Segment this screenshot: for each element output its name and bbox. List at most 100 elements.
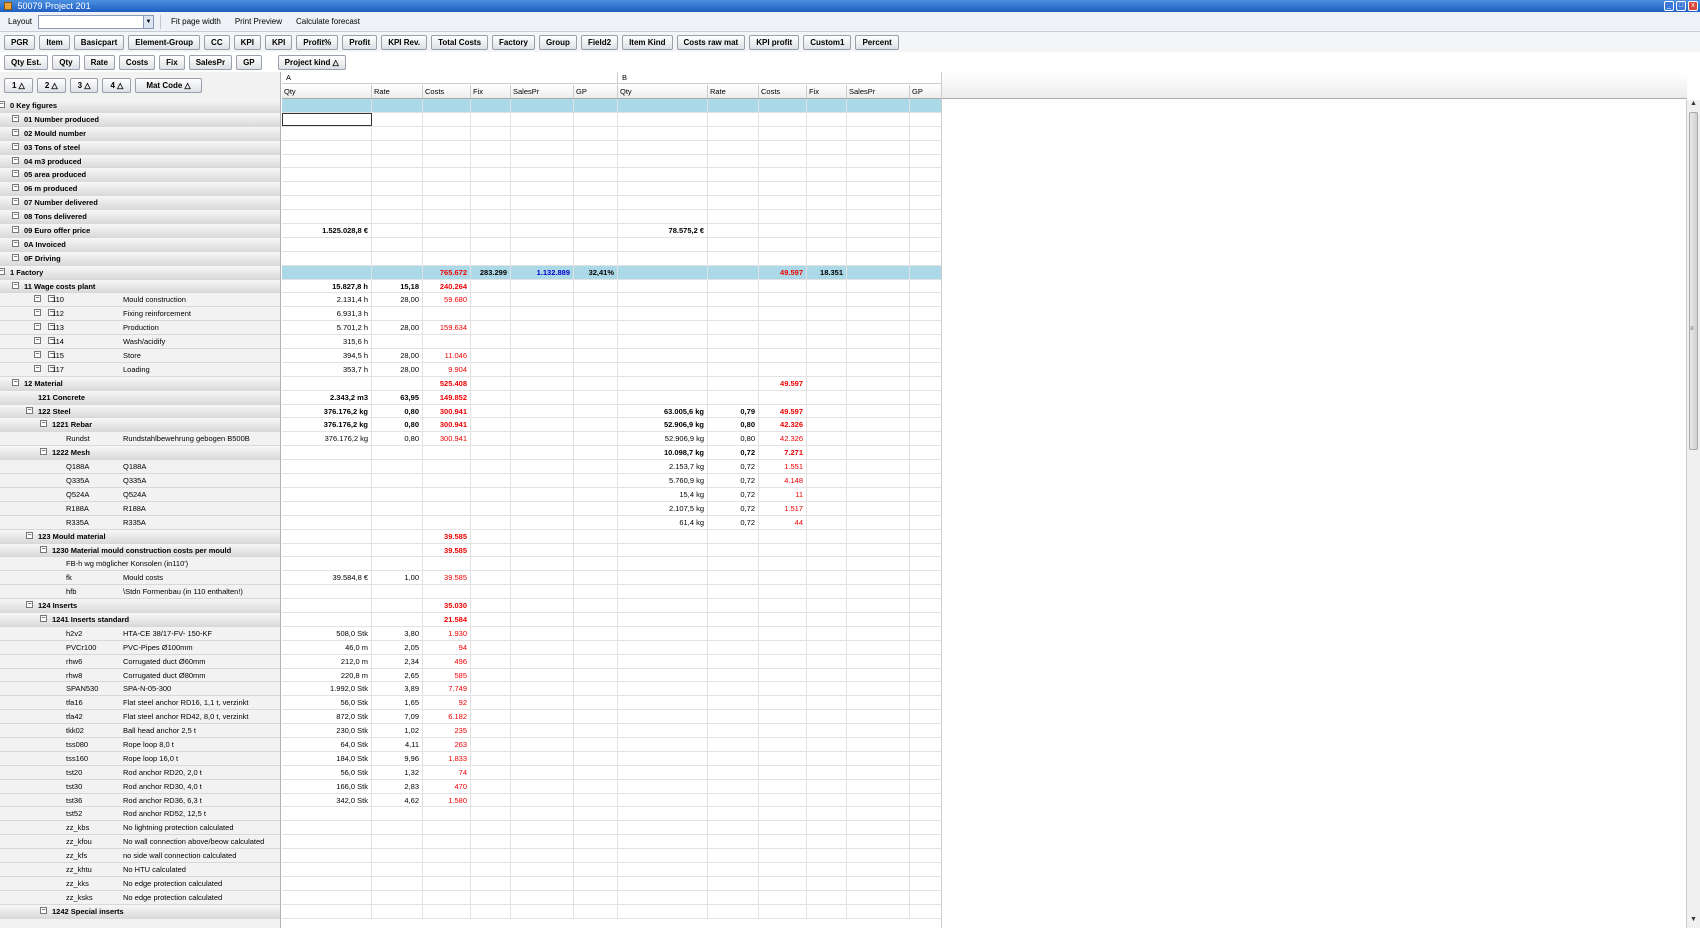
grid-cell[interactable] <box>847 487 910 501</box>
grid-cell[interactable] <box>423 112 471 126</box>
grid-cell[interactable] <box>423 126 471 140</box>
grid-cell[interactable] <box>511 237 574 251</box>
grid-cell[interactable]: 1.517 <box>759 501 807 515</box>
grid-cell[interactable]: 32,41% <box>574 265 618 279</box>
grid-cell[interactable] <box>372 224 423 237</box>
grid-cell[interactable]: 39.585 <box>423 529 471 543</box>
grid-cell[interactable] <box>807 737 847 751</box>
grid-cell[interactable] <box>759 210 807 224</box>
grid-cell[interactable] <box>471 154 511 168</box>
grid-cell[interactable] <box>618 571 708 585</box>
grid-cell[interactable]: 0,80 <box>372 404 423 418</box>
grid-cell[interactable] <box>847 418 910 432</box>
grid-cell[interactable]: 0,72 <box>708 487 759 501</box>
scroll-thumb[interactable] <box>1689 112 1698 450</box>
collapse-icon[interactable]: − <box>34 337 41 345</box>
grid-cell[interactable] <box>471 501 511 515</box>
grid-cell[interactable] <box>574 307 618 321</box>
grid-cell[interactable] <box>471 557 511 571</box>
column-field-project-kind[interactable]: Project kind △ <box>277 54 346 70</box>
grid-cell[interactable] <box>471 696 511 710</box>
grid-cell[interactable] <box>847 904 910 918</box>
grid-cell[interactable]: 1.525.028,8 € <box>282 224 372 237</box>
grid-cell[interactable] <box>910 766 941 779</box>
grid-cell[interactable] <box>807 293 847 307</box>
grid-cell[interactable]: 59.680 <box>423 293 471 307</box>
grid-cell[interactable] <box>618 821 708 835</box>
grid-cell[interactable] <box>618 696 708 710</box>
grid-cell[interactable] <box>511 612 574 626</box>
grid-cell[interactable] <box>759 682 807 696</box>
grid-cell[interactable]: 28,00 <box>372 362 423 376</box>
grid-cell[interactable] <box>511 751 574 765</box>
grid-cell[interactable] <box>910 335 941 348</box>
grid-cell[interactable] <box>708 224 759 237</box>
grid-cell[interactable] <box>282 376 372 390</box>
grid-cell[interactable] <box>708 307 759 321</box>
grid-cell[interactable] <box>759 112 807 126</box>
grid-cell[interactable] <box>847 654 910 668</box>
grid-cell[interactable]: 300.941 <box>423 432 471 446</box>
close-button[interactable]: x <box>1688 1 1698 11</box>
grid-cell[interactable] <box>511 654 574 668</box>
grid-cell[interactable] <box>807 571 847 585</box>
grid-cell[interactable] <box>708 210 759 224</box>
grid-cell[interactable] <box>708 904 759 918</box>
field-button-profit[interactable]: Profit% <box>296 34 339 50</box>
grid-cell[interactable] <box>759 862 807 876</box>
grid-cell[interactable] <box>618 390 708 404</box>
grid-cell[interactable] <box>910 655 941 668</box>
grid-cell[interactable] <box>574 474 618 487</box>
grid-cell[interactable] <box>910 571 941 584</box>
grid-cell[interactable]: 92 <box>423 696 471 710</box>
grid-cell[interactable] <box>574 279 618 293</box>
grid-cell[interactable] <box>471 724 511 737</box>
grid-cell[interactable] <box>511 571 574 585</box>
grid-cell[interactable] <box>708 154 759 168</box>
grid-cell[interactable] <box>910 210 941 223</box>
value-button-qty[interactable]: Qty <box>52 54 80 70</box>
grid-cell[interactable] <box>708 293 759 307</box>
grid-cell[interactable] <box>759 349 807 362</box>
grid-cell[interactable] <box>471 487 511 501</box>
field-button-costs-raw-mat[interactable]: Costs raw mat <box>676 34 746 50</box>
grid-cell[interactable] <box>759 529 807 543</box>
grid-cell[interactable] <box>910 168 941 181</box>
grid-cell[interactable] <box>618 335 708 349</box>
grid-cell[interactable] <box>471 668 511 682</box>
value-button-costs[interactable]: Costs <box>118 54 156 70</box>
grid-cell[interactable] <box>471 543 511 557</box>
grid-cell[interactable]: 9,96 <box>372 751 423 765</box>
grid-cell[interactable] <box>708 807 759 821</box>
grid-cell[interactable] <box>511 446 574 460</box>
grid-cell[interactable]: 0,79 <box>708 404 759 418</box>
grid-cell[interactable] <box>847 501 910 515</box>
field-button-cc[interactable]: CC <box>204 34 230 50</box>
grid-cell[interactable] <box>618 640 708 654</box>
grid-cell[interactable] <box>708 140 759 154</box>
grid-cell[interactable] <box>910 821 941 834</box>
grid-cell[interactable] <box>372 904 423 918</box>
grid-cell[interactable] <box>372 890 423 904</box>
grid-cell[interactable] <box>471 279 511 293</box>
grid-cell[interactable] <box>618 585 708 599</box>
grid-cell[interactable] <box>910 724 941 737</box>
grid-cell[interactable] <box>618 543 708 557</box>
grid-cell[interactable] <box>618 626 708 640</box>
grid-cell[interactable] <box>471 807 511 821</box>
grid-cell[interactable] <box>708 362 759 376</box>
grid-cell[interactable] <box>807 654 847 668</box>
collapse-icon[interactable]: − <box>12 226 19 234</box>
grid-cell[interactable] <box>423 515 471 529</box>
grid-cell[interactable] <box>471 237 511 251</box>
grid-cell[interactable] <box>574 849 618 862</box>
grid-cell[interactable] <box>511 112 574 126</box>
grid-cell[interactable] <box>708 196 759 210</box>
grid-cell[interactable] <box>618 182 708 196</box>
grid-cell[interactable] <box>471 99 511 112</box>
grid-cell[interactable] <box>618 557 708 571</box>
grid-cell[interactable] <box>282 557 372 571</box>
grid-cell[interactable]: 64,0 Stk <box>282 737 372 751</box>
grid-cell[interactable]: 0,80 <box>372 418 423 432</box>
grid-cell[interactable] <box>282 265 372 279</box>
